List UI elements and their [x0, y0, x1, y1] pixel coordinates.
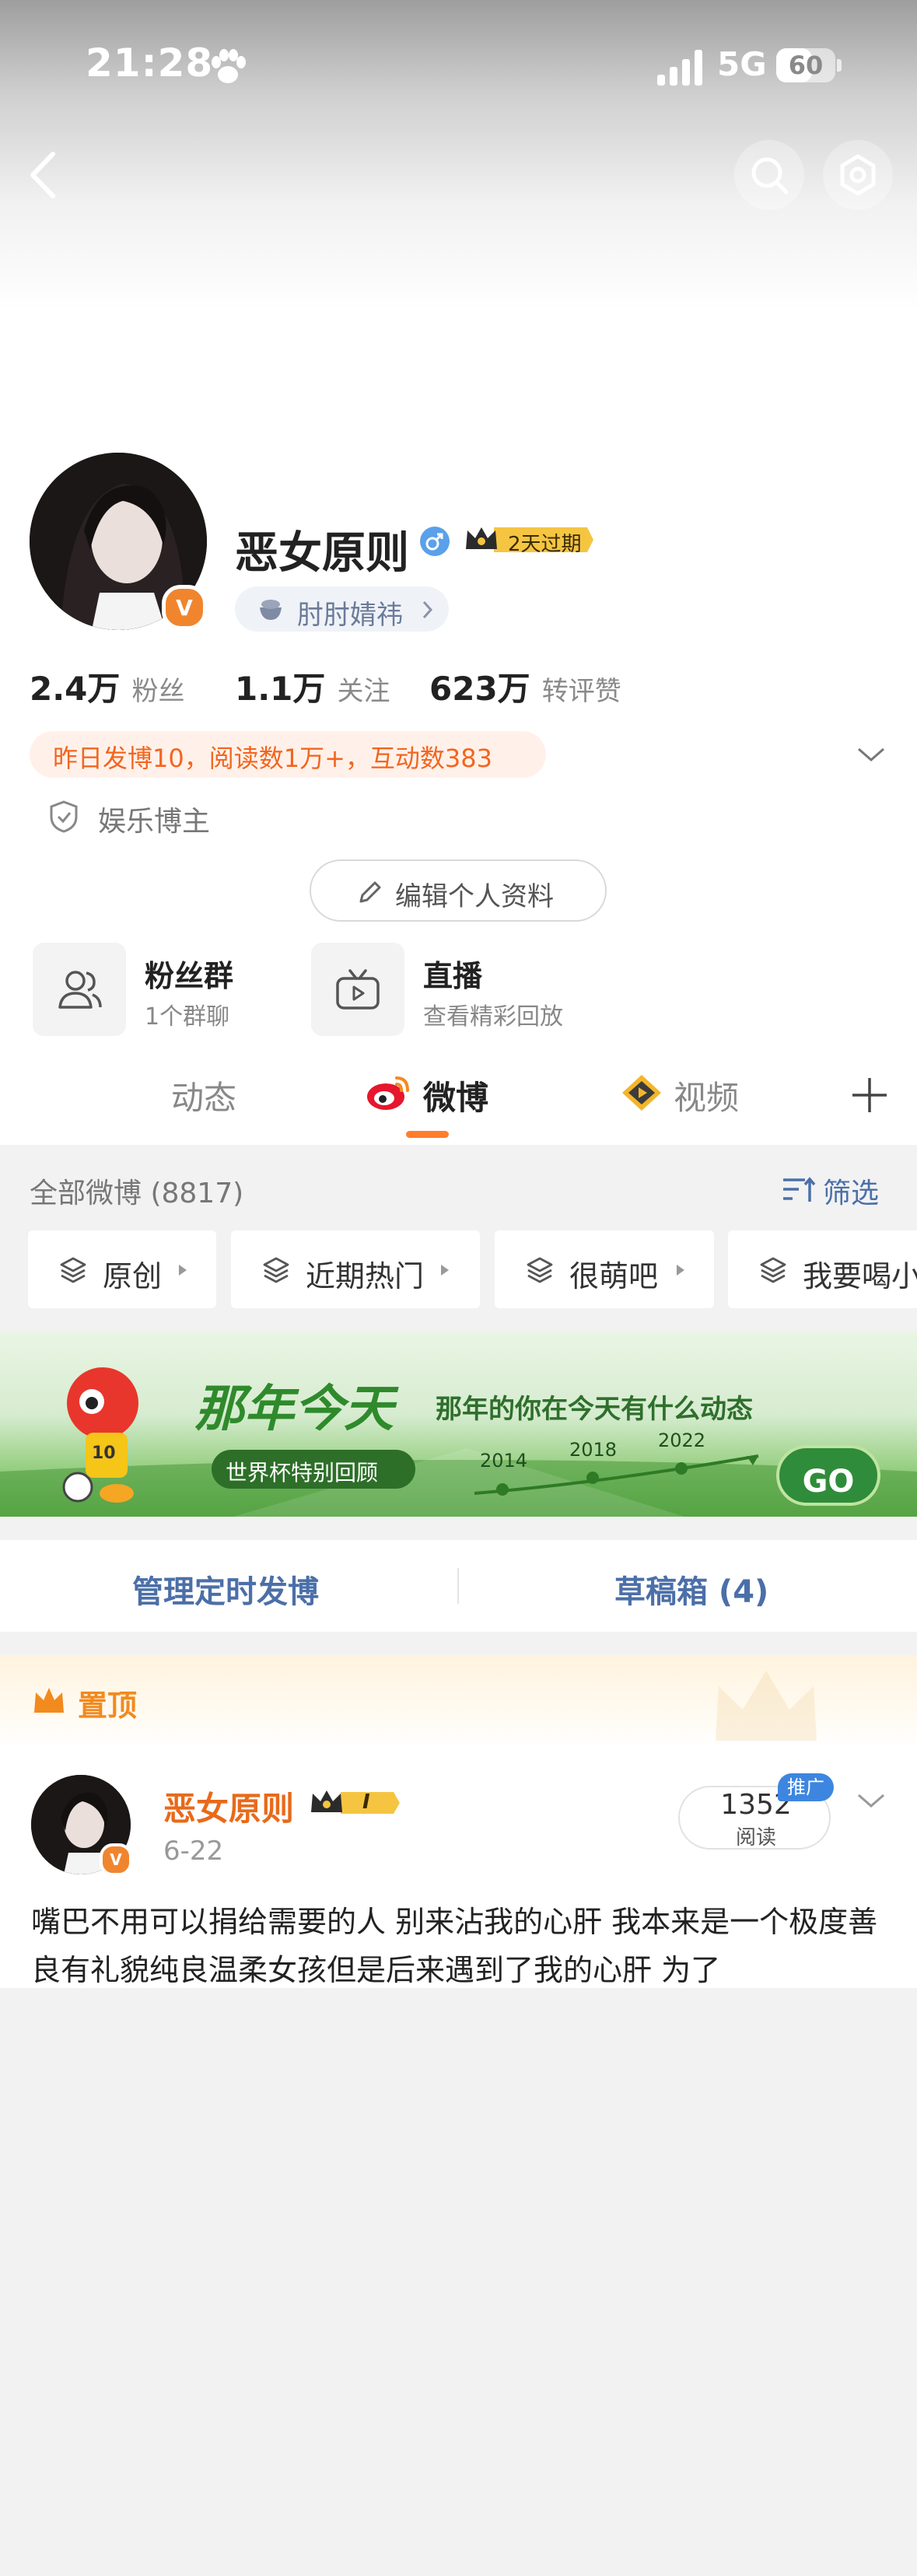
- settings-button[interactable]: [823, 140, 893, 210]
- caret-right-icon: [179, 1265, 187, 1276]
- feature-title: 粉丝群: [145, 959, 234, 993]
- chip-label: 我要喝小: [803, 1259, 917, 1293]
- verified-badge: V: [162, 585, 207, 630]
- tab-dynamics[interactable]: 动态: [171, 1072, 236, 1119]
- member-badge-level: I: [362, 1790, 370, 1814]
- chevron-right-icon: [422, 600, 433, 619]
- crown-icon: [311, 1790, 400, 1814]
- pencil-icon: [359, 881, 381, 903]
- chip-label: 近期热门: [306, 1259, 425, 1293]
- chip-original[interactable]: 原创: [28, 1230, 216, 1308]
- stat-label: 粉丝: [131, 676, 185, 707]
- filter-button[interactable]: 筛选: [823, 1171, 879, 1211]
- chip-label: 原创: [103, 1259, 163, 1293]
- search-button[interactable]: [734, 140, 804, 210]
- pinned-label: 置顶: [78, 1689, 138, 1723]
- active-tab-indicator: [406, 1131, 449, 1138]
- fan-group-pill[interactable]: 肘肘婧祎: [235, 586, 449, 632]
- read-label: 阅读: [735, 1826, 776, 1850]
- signal-icon: [657, 50, 702, 86]
- go-button[interactable]: GO: [778, 1464, 879, 1500]
- back-button[interactable]: [23, 148, 62, 202]
- caret-right-icon: [441, 1265, 449, 1276]
- caret-right-icon: [677, 1265, 684, 1276]
- chevron-down-icon[interactable]: [856, 743, 887, 766]
- people-icon: [33, 943, 126, 1036]
- post-author[interactable]: 恶女原则: [163, 1783, 294, 1830]
- feature-subtitle: 查看精彩回放: [423, 1003, 563, 1031]
- promote-badge[interactable]: 推广: [778, 1773, 834, 1801]
- all-posts-count: 全部微博 (8817): [30, 1178, 244, 1209]
- stat-value: 2.4万: [30, 670, 121, 708]
- stat-value: 1.1万: [235, 670, 326, 708]
- chevron-down-icon[interactable]: [856, 1789, 887, 1812]
- layers-icon: [263, 1257, 289, 1283]
- gear-icon: [840, 154, 876, 196]
- drafts-button[interactable]: 草稿箱 (4): [614, 1566, 768, 1612]
- video-icon: [622, 1075, 661, 1111]
- role-label: 娱乐博主: [98, 806, 211, 838]
- fan-group-label: 肘肘婧祎: [297, 600, 403, 631]
- year-2014: 2014: [480, 1450, 528, 1472]
- shield-icon: [50, 800, 78, 833]
- chip-cute[interactable]: 很萌吧: [495, 1230, 714, 1308]
- profile-name: 恶女原则: [235, 528, 409, 579]
- edit-profile-label: 编辑个人资料: [395, 881, 554, 912]
- chip-recent-hot[interactable]: 近期热门: [231, 1230, 480, 1308]
- tab-weibo[interactable]: 微博: [423, 1072, 488, 1119]
- year-2018: 2018: [569, 1439, 618, 1461]
- scheduled-posts-button[interactable]: 管理定时发博: [132, 1566, 319, 1612]
- feature-subtitle: 1个群聊: [145, 1003, 230, 1031]
- layers-icon: [60, 1257, 86, 1283]
- feature-title: 直播: [423, 959, 483, 993]
- network-label: 5G: [717, 45, 767, 83]
- member-badge: I: [310, 1787, 401, 1818]
- stat-following[interactable]: 1.1万 关注: [235, 663, 390, 710]
- filter-icon[interactable]: [782, 1175, 816, 1205]
- verified-badge: V: [100, 1843, 132, 1876]
- divider: [457, 1568, 459, 1604]
- on-this-day-banner[interactable]: 那年今天 那年的你在今天有什么动态 世界杯特别回顾 2014 2018 2022…: [0, 1332, 917, 1517]
- year-2022: 2022: [658, 1430, 706, 1451]
- banner-subtitle: 那年的你在今天有什么动态: [436, 1394, 753, 1425]
- activity-summary-text: 昨日发博10，阅读数1万+，互动数383: [53, 744, 492, 773]
- stat-interactions[interactable]: 623万 转评赞: [429, 663, 621, 710]
- tab-video[interactable]: 视频: [674, 1072, 739, 1119]
- crown-icon: [34, 1688, 64, 1713]
- search-icon: [751, 157, 789, 194]
- stat-fans[interactable]: 2.4万 粉丝: [30, 663, 185, 710]
- stat-value: 623万: [429, 670, 530, 708]
- battery-text: 60: [788, 51, 824, 80]
- layers-icon: [760, 1257, 786, 1283]
- stat-label: 转评赞: [541, 676, 621, 707]
- vip-expiry-tag[interactable]: 2天过期: [463, 523, 595, 557]
- crown-watermark: [716, 1671, 817, 1741]
- manage-row: 管理定时发博 草稿箱 (4): [0, 1540, 917, 1632]
- weibo-logo-icon: [367, 1076, 409, 1110]
- plus-icon[interactable]: [851, 1076, 888, 1114]
- banner-title: 那年今天: [194, 1381, 394, 1438]
- bowl-icon: [260, 600, 282, 620]
- paw-icon: [212, 49, 246, 83]
- edit-profile-button[interactable]: 编辑个人资料: [310, 859, 607, 922]
- chip-drink[interactable]: 我要喝小: [728, 1230, 917, 1308]
- stat-label: 关注: [337, 676, 390, 707]
- layers-icon: [527, 1257, 553, 1283]
- fan-group-feature[interactable]: 粉丝群 1个群聊: [33, 943, 289, 1036]
- vip-expiry-text: 2天过期: [508, 533, 582, 556]
- mascot-number: 10: [92, 1444, 116, 1463]
- battery-tip: [837, 59, 842, 72]
- tv-icon: [311, 943, 404, 1036]
- post-date: 6-22: [163, 1836, 224, 1867]
- post-text: 嘴巴不用可以捐给需要的人 别来沾我的心肝 我本来是一个极度善良有礼貌纯良温柔女孩…: [31, 1905, 878, 1987]
- chip-label: 很萌吧: [569, 1259, 659, 1293]
- activity-summary[interactable]: 昨日发博10，阅读数1万+，互动数383: [30, 731, 546, 778]
- battery-icon: 60: [776, 48, 835, 82]
- live-feature[interactable]: 直播 查看精彩回放: [311, 943, 638, 1036]
- status-time: 21:28: [86, 40, 214, 86]
- male-gender-icon: [420, 527, 450, 556]
- banner-pill: 世界杯特别回顾: [226, 1460, 379, 1486]
